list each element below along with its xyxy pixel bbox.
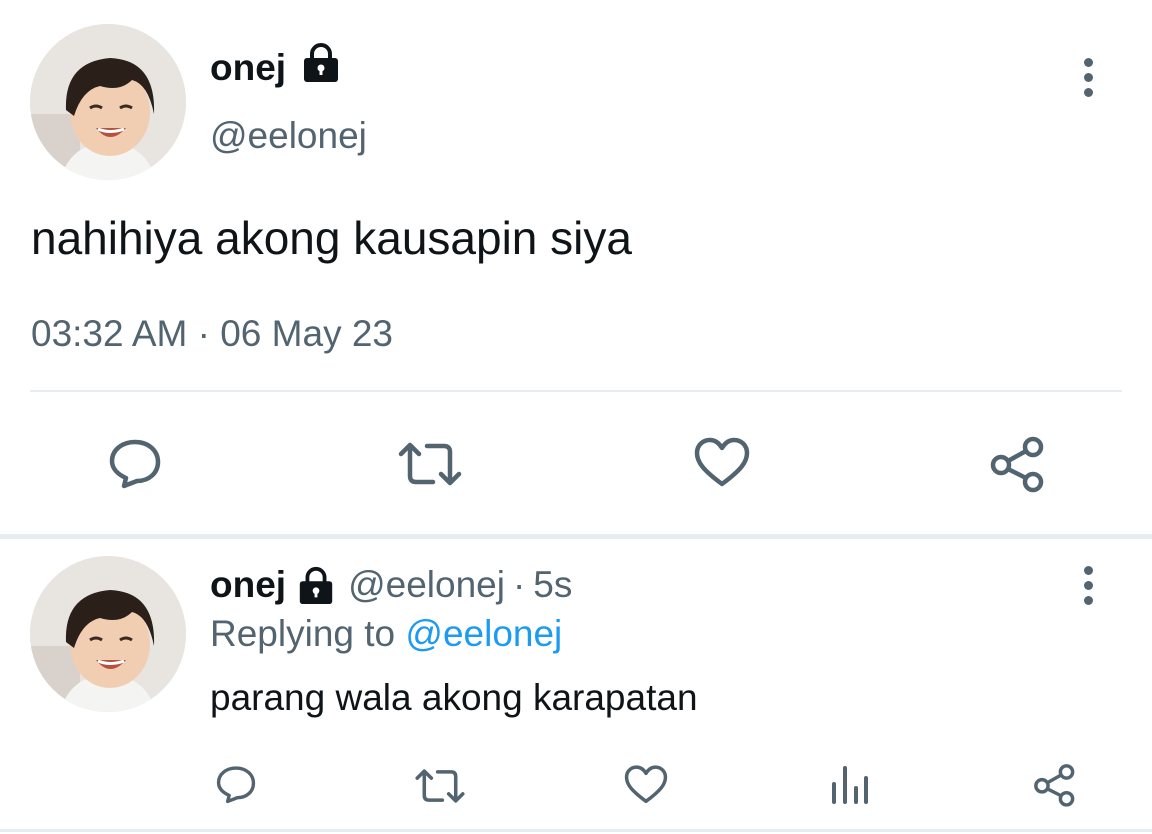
time: 03:32 AM (31, 313, 188, 354)
avatar-photo (30, 556, 186, 712)
share-icon[interactable] (1032, 762, 1078, 808)
reply-tweet-text: parang wala akong karapatan (210, 677, 698, 718)
dot (1083, 73, 1093, 82)
retweet-icon[interactable] (397, 436, 463, 492)
lock-icon (300, 41, 342, 83)
main-handle[interactable]: @eelonej (210, 114, 367, 158)
replying-to-line: Replying to @eelonej (210, 612, 562, 656)
dot (1083, 88, 1093, 97)
main-timestamp[interactable]: 03:32 AM · 06 May 23 (31, 312, 393, 356)
like-icon[interactable] (693, 436, 751, 490)
main-avatar[interactable] (30, 24, 186, 180)
dot (1083, 596, 1093, 605)
retweet-icon[interactable] (414, 764, 466, 808)
separator: · (512, 564, 526, 605)
dot (1083, 581, 1093, 590)
reply-display-name[interactable]: onej (210, 563, 286, 607)
reply-icon[interactable] (214, 762, 258, 806)
replying-to-link[interactable]: @eelonej (405, 613, 562, 654)
avatar-photo (30, 24, 186, 180)
main-display-name[interactable]: onej (210, 46, 286, 90)
share-icon[interactable] (988, 434, 1048, 494)
like-icon[interactable] (623, 764, 669, 806)
section-divider (0, 534, 1152, 539)
lock-icon (296, 565, 336, 605)
dot (1083, 566, 1093, 575)
dot (1083, 58, 1093, 67)
reply-header: onej @eelonej · 5s (210, 562, 572, 608)
reply-avatar[interactable] (30, 556, 186, 712)
reply-icon[interactable] (106, 434, 164, 492)
reply-more-options-button[interactable] (1078, 566, 1098, 605)
date: 06 May 23 (220, 313, 394, 354)
reply-handle[interactable]: @eelonej (348, 563, 505, 607)
reply-age[interactable]: 5s (533, 563, 572, 607)
replying-to-prefix: Replying to (210, 613, 396, 654)
separator: · (197, 313, 210, 354)
bottom-divider (0, 829, 1152, 832)
main-more-options-button[interactable] (1078, 58, 1098, 97)
analytics-icon[interactable] (828, 762, 872, 806)
main-tweet-text: nahihiya akong kausapin siya (31, 212, 632, 264)
divider (30, 390, 1122, 392)
